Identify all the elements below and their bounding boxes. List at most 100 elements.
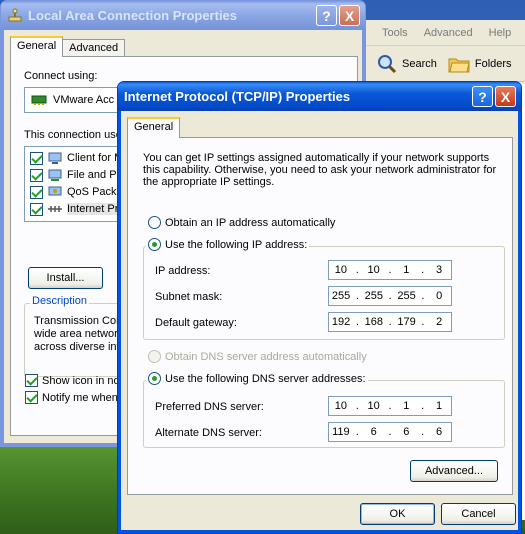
description-line: across diverse int <box>34 341 120 353</box>
adapter-name: VMware Acc <box>53 94 115 106</box>
network-adapter-icon <box>31 95 47 105</box>
tcpip-tabstrip: General <box>127 117 181 138</box>
intro-text: You can get IP settings assigned automat… <box>143 152 490 164</box>
ip-octet: 10 <box>367 400 380 412</box>
qos-icon <box>48 186 62 196</box>
ip-octet: 6 <box>370 426 377 438</box>
lac-help-button[interactable]: ? <box>316 5 337 26</box>
search-button[interactable]: Search <box>376 53 437 75</box>
connect-using-label: Connect using: <box>24 70 98 82</box>
ip-octet: 10 <box>367 264 380 276</box>
menu-advanced[interactable]: Advanced <box>424 27 473 39</box>
ip-octet: 119 <box>332 426 350 438</box>
show-icon-checkbox[interactable] <box>25 374 38 387</box>
folders-button[interactable]: Folders <box>447 54 512 74</box>
client-icon <box>48 152 62 164</box>
advanced-label: Advanced... <box>424 465 484 477</box>
component-label: File and Pr <box>67 169 121 181</box>
ip-octet: 3 <box>436 264 443 276</box>
ip-octet: 1 <box>403 400 410 412</box>
tcpip-title: Internet Protocol (TCP/IP) Properties <box>124 89 351 104</box>
show-icon-option[interactable]: Show icon in not <box>25 374 123 387</box>
ip-address-field[interactable]: 10. 10. 1. 3 <box>328 260 452 280</box>
alternate-dns-label: Alternate DNS server: <box>155 427 262 439</box>
use-following-dns-option[interactable]: Use the following DNS server addresses: <box>146 372 368 385</box>
component-label: Client for M <box>67 152 124 164</box>
component-checkbox[interactable] <box>30 168 43 182</box>
component-checkbox[interactable] <box>30 151 43 165</box>
folders-icon <box>448 58 470 72</box>
list-item[interactable]: Client for M <box>30 151 123 165</box>
lac-title: Local Area Connection Properties <box>28 8 238 23</box>
network-connection-icon <box>8 8 22 21</box>
menu-help[interactable]: Help <box>489 27 512 39</box>
use-following-ip-option[interactable]: Use the following IP address: <box>146 238 310 251</box>
lac-tab-general[interactable]: General <box>10 36 64 57</box>
component-checkbox[interactable] <box>30 202 43 216</box>
ok-button[interactable]: OK <box>360 503 435 525</box>
components-label: This connection use <box>24 129 122 141</box>
lac-tab-advanced[interactable]: Advanced <box>62 39 126 57</box>
preferred-dns-field[interactable]: 10. 10. 1. 1 <box>328 396 452 416</box>
ip-octet: 255 <box>331 290 351 302</box>
lac-tabstrip: General Advanced <box>10 36 126 57</box>
obtain-ip-auto-option[interactable]: Obtain an IP address automatically <box>148 216 335 229</box>
list-item[interactable]: Internet Pr <box>30 202 119 216</box>
menu-tools[interactable]: Tools <box>382 27 408 39</box>
intro-text: the appropriate IP settings. <box>143 176 275 188</box>
show-icon-label: Show icon in not <box>42 374 123 387</box>
close-icon: X <box>500 88 511 105</box>
component-label: Internet Pr <box>67 203 119 215</box>
obtain-dns-auto-option[interactable]: Obtain DNS server address automatically <box>148 350 367 363</box>
preferred-dns-label: Preferred DNS server: <box>155 401 264 413</box>
use-following-dns-radio[interactable] <box>148 372 161 385</box>
ip-octet: 255 <box>364 290 383 302</box>
list-item[interactable]: File and Pr <box>30 168 120 182</box>
help-button[interactable]: ? <box>472 86 493 107</box>
ip-octet: 6 <box>403 426 410 438</box>
use-following-ip-label: Use the following IP address: <box>165 238 308 251</box>
obtain-dns-auto-radio[interactable] <box>148 350 161 363</box>
ip-octet: 192 <box>331 316 351 328</box>
alternate-dns-field[interactable]: 119. 6. 6. 6 <box>328 422 452 442</box>
cancel-button[interactable]: Cancel <box>441 503 516 525</box>
close-button[interactable]: X <box>495 86 516 107</box>
tab-general[interactable]: General <box>127 117 181 138</box>
description-label: Description <box>30 295 90 307</box>
cancel-label: Cancel <box>461 508 496 520</box>
lac-titlebar[interactable]: Local Area Connection Properties ? X <box>1 1 365 30</box>
tcpip-body: General You can get IP settings assigned… <box>121 111 518 530</box>
explorer-menubar: Tools Advanced Help <box>366 20 525 46</box>
ip-octet: 1 <box>436 400 443 412</box>
obtain-ip-auto-radio[interactable] <box>148 216 161 229</box>
use-following-ip-radio[interactable] <box>148 238 161 251</box>
default-gateway-label: Default gateway: <box>155 317 237 329</box>
search-label: Search <box>402 57 437 70</box>
obtain-dns-auto-label: Obtain DNS server address automatically <box>165 350 367 363</box>
subnet-mask-field[interactable]: 255. 255. 255. 0 <box>328 286 452 306</box>
advanced-button[interactable]: Advanced... <box>410 460 498 482</box>
tcpip-titlebar[interactable]: Internet Protocol (TCP/IP) Properties ? … <box>118 82 521 111</box>
subnet-mask-label: Subnet mask: <box>155 291 223 303</box>
intro-text: this capability. Otherwise, you need to … <box>143 164 497 176</box>
notify-checkbox[interactable] <box>25 391 38 404</box>
ip-octet: 10 <box>334 400 348 412</box>
file-sharing-icon <box>48 169 62 181</box>
search-icon <box>378 54 397 73</box>
default-gateway-field[interactable]: 192. 168. 179. 2 <box>328 312 452 332</box>
list-item[interactable]: QoS Packe <box>30 185 123 199</box>
install-label: Install... <box>46 272 85 284</box>
help-icon: ? <box>322 7 331 24</box>
explorer-toolbar: Search Folders <box>366 46 525 82</box>
protocol-icon <box>48 206 62 212</box>
lac-close-button[interactable]: X <box>339 5 360 26</box>
description-line: Transmission Con <box>34 315 123 327</box>
ip-octet: 2 <box>436 316 443 328</box>
install-button[interactable]: Install... <box>28 267 103 289</box>
notify-option[interactable]: Notify me when <box>25 391 118 404</box>
ip-octet: 179 <box>397 316 416 328</box>
folders-label: Folders <box>474 57 512 70</box>
component-checkbox[interactable] <box>30 185 43 199</box>
ip-octet: 1 <box>403 264 410 276</box>
help-icon: ? <box>478 88 487 105</box>
